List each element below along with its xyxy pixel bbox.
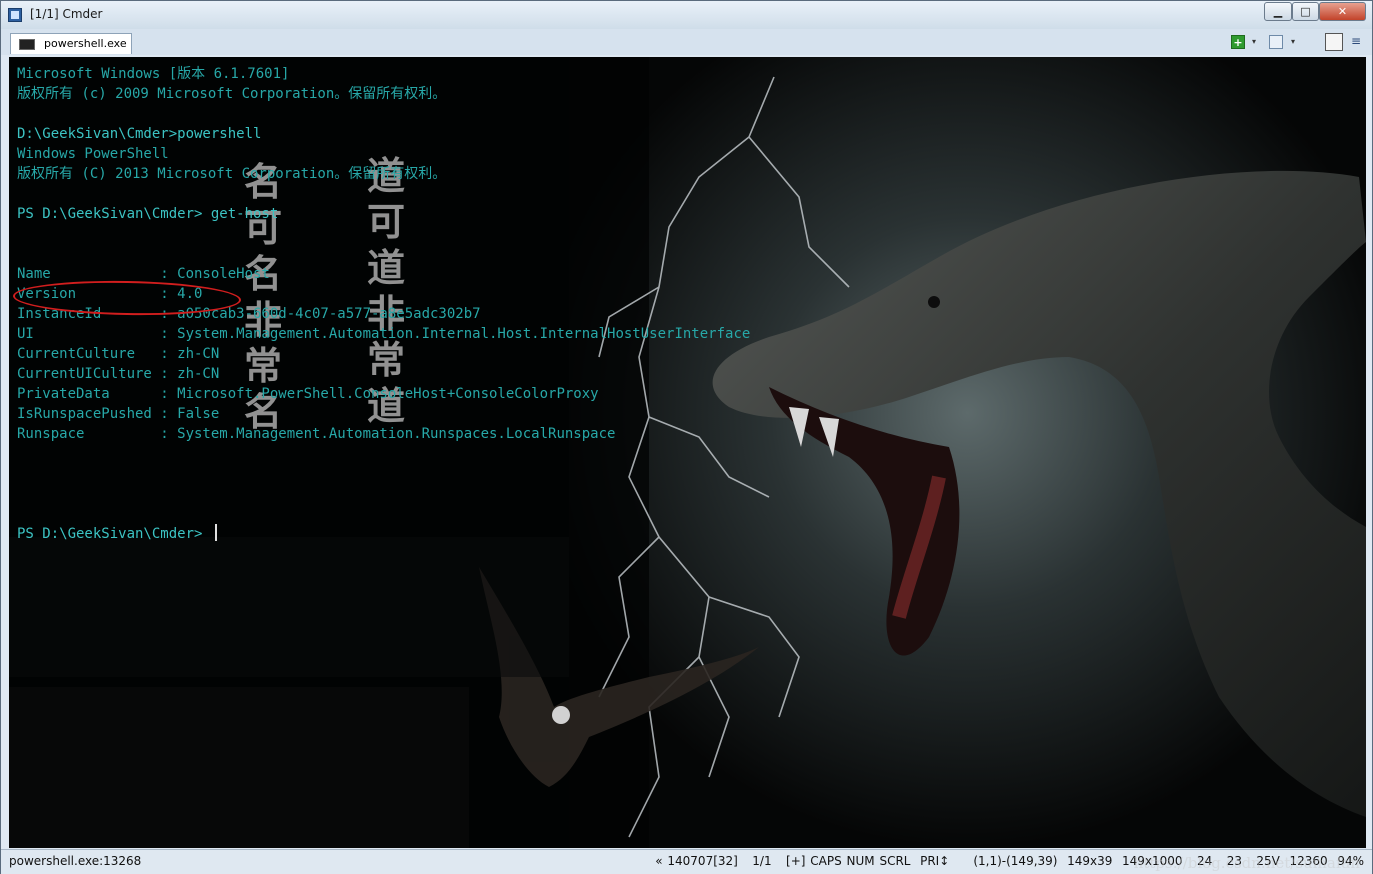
console-area[interactable]: 名可名非常名 道可道非常道 Microsoft Windows [版本 6.1.… <box>9 57 1366 848</box>
new-console-button[interactable]: + <box>1231 35 1245 49</box>
console-line: UI : System.Management.Automation.Intern… <box>17 326 751 342</box>
console-line: PS D:\GeekSivan\Cmder> get-host <box>17 206 279 222</box>
status-process[interactable]: powershell.exe:13268 <box>9 854 141 868</box>
close-button[interactable]: ✕ <box>1319 2 1366 21</box>
console-line: Runspace : System.Management.Automation.… <box>17 426 616 442</box>
console-line: Microsoft Windows [版本 6.1.7601] <box>17 66 290 82</box>
split-view-icon[interactable] <box>1269 35 1283 49</box>
maximize-button[interactable]: □ <box>1292 2 1319 21</box>
console-line: IsRunspacePushed : False <box>17 406 220 422</box>
console-line: PrivateData : Microsoft.PowerShell.Conso… <box>17 386 599 402</box>
console-line: CurrentCulture : zh-CN <box>17 346 220 362</box>
tab-label: powershell.exe <box>44 37 127 50</box>
tab-bar: powershell.exe + ▾ ▾ ≡ <box>1 29 1372 55</box>
new-console-dropdown[interactable]: ▾ <box>1250 35 1258 49</box>
cmder-window: [1/1] Cmder ▁ □ ✕ powershell.exe + ▾ ▾ ≡ <box>0 0 1373 874</box>
console-line: 版权所有 (c) 2009 Microsoft Corporation。保留所有… <box>17 86 447 102</box>
console-line: D:\GeekSivan\Cmder>powershell <box>17 126 262 142</box>
split-view-dropdown[interactable]: ▾ <box>1289 35 1297 49</box>
text-cursor <box>214 524 217 541</box>
watermark: https://blog.csdn.net/sumafan <box>1133 854 1360 872</box>
tab-powershell[interactable]: powershell.exe <box>10 33 132 54</box>
view-icon[interactable] <box>1325 33 1343 51</box>
menu-button[interactable]: ≡ <box>1349 35 1363 49</box>
console-line: CurrentUICulture : zh-CN <box>17 366 220 382</box>
cmder-app-icon[interactable] <box>8 8 22 22</box>
console-line: PS D:\GeekSivan\Cmder> <box>17 524 750 544</box>
status-bar: powershell.exe:13268 « 140707[32] 1/1 [+… <box>1 849 1372 874</box>
console-icon <box>19 39 35 50</box>
console-line: 版权所有 (C) 2013 Microsoft Corporation。保留所有… <box>17 166 447 182</box>
title-bar[interactable]: [1/1] Cmder ▁ □ ✕ <box>1 1 1372 29</box>
window-title: [1/1] Cmder <box>30 7 103 21</box>
console-line: Windows PowerShell <box>17 146 169 162</box>
minimize-button[interactable]: ▁ <box>1264 2 1292 21</box>
